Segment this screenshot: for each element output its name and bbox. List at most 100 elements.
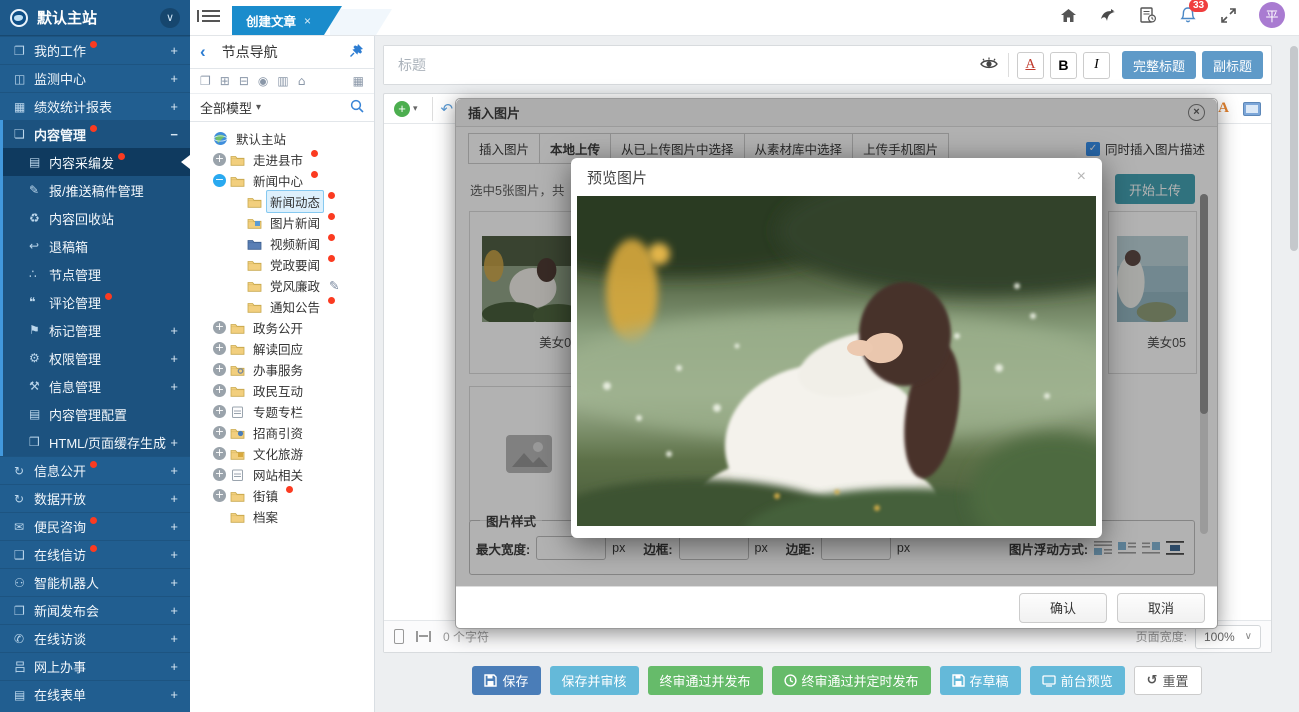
tree-node-图片新闻[interactable]: 图片新闻 [194,212,370,233]
sidebar-item-报/推送稿件管理[interactable]: ✎报/推送稿件管理 [3,176,190,204]
tree-node-党风廉政[interactable]: 党风廉政✎ [194,275,370,296]
expand-plus-icon[interactable]: + [213,468,226,481]
expand-plus-icon[interactable]: + [170,99,178,114]
tree-node-文化旅游[interactable]: +文化旅游 [194,443,370,464]
cancel-button[interactable]: 取消 [1117,593,1205,623]
保存并审核-button[interactable]: 保存并审核 [550,666,639,695]
expand-plus-icon[interactable]: + [213,342,226,355]
tab-create-article[interactable]: 创建文章 × [232,6,342,35]
expand-plus-icon[interactable]: + [170,435,178,450]
保存-button[interactable]: 保存 [472,666,540,695]
fullscreen-icon[interactable] [1219,6,1237,24]
sidebar-item-在线表单[interactable]: ▤在线表单+ [0,680,190,708]
collapse-minus-icon[interactable]: − [213,174,226,187]
expand-plus-icon[interactable]: + [213,153,226,166]
tree-node-招商引资[interactable]: +招商引资 [194,422,370,443]
expand-plus-icon[interactable]: + [213,321,226,334]
sidebar-item-网上办事[interactable]: 吕网上办事+ [0,652,190,680]
tree-node-专题专栏[interactable]: +专题专栏 [194,401,370,422]
sidebar-item-信息管理[interactable]: ⚒信息管理+ [3,372,190,400]
tree-node-政务公开[interactable]: +政务公开 [194,317,370,338]
panel-back-icon[interactable]: ‹ [200,42,206,62]
sidebar-item-评论管理[interactable]: ❝评论管理 [3,288,190,316]
expand-plus-icon[interactable]: + [170,603,178,618]
expand-plus-icon[interactable]: + [213,405,226,418]
close-icon[interactable]: × [1077,168,1086,186]
subtitle-button[interactable]: 副标题 [1202,51,1263,79]
expand-plus-icon[interactable]: + [170,491,178,506]
model-filter-dropdown[interactable]: 全部模型 [200,98,252,117]
tree-node-新闻中心[interactable]: −新闻中心 [194,170,370,191]
sidebar-item-权限管理[interactable]: ⚙权限管理+ [3,344,190,372]
tree-node-网站相关[interactable]: +网站相关 [194,464,370,485]
sidebar-collapse-button[interactable]: ∨ [160,8,180,28]
scan-preview-eye-icon[interactable] [978,55,1000,76]
node-config-icon[interactable]: ▦ [353,74,364,88]
expand-plus-icon[interactable]: + [170,463,178,478]
search-icon[interactable] [350,99,364,116]
insert-plus-icon[interactable]: + [394,101,410,117]
sidebar-item-内容管理配置[interactable]: ▤内容管理配置 [3,400,190,428]
sidebar-item-内容管理[interactable]: ❏内容管理− [3,120,190,148]
page-scrollbar[interactable] [1290,46,1298,706]
expand-tree-icon[interactable]: ⊞ [220,74,230,88]
italic-button[interactable]: I [1083,52,1110,79]
前台预览-button[interactable]: 前台预览 [1030,666,1125,695]
home-icon[interactable] [1059,6,1077,24]
title-input[interactable] [384,46,978,84]
tab-close-icon[interactable]: × [304,14,311,28]
pin-icon[interactable] [349,43,364,61]
tree-node-办事服务[interactable]: +办事服务 [194,359,370,380]
undo-icon[interactable]: ↶ [441,100,454,118]
重置-button[interactable]: ↺重置 [1134,666,1202,695]
swallow-icon[interactable] [1099,6,1117,24]
home-icon[interactable]: ⌂ [298,74,306,88]
sidebar-item-HTML/页面缓存生成[interactable]: ❒HTML/页面缓存生成+ [3,428,190,456]
menu-fold-icon[interactable] [202,10,220,24]
fit-width-icon[interactable] [416,631,431,642]
expand-plus-icon[interactable]: + [213,426,226,439]
expand-plus-icon[interactable]: + [170,43,178,58]
sidebar-item-在线信访[interactable]: ❑在线信访+ [0,540,190,568]
sidebar-item-我的工作[interactable]: ❐我的工作+ [0,36,190,64]
tree-node-政民互动[interactable]: +政民互动 [194,380,370,401]
copy-icon[interactable]: ❐ [200,74,211,88]
report-clock-icon[interactable] [1139,6,1157,24]
expand-plus-icon[interactable]: + [170,379,178,394]
tree-node-视频新闻[interactable]: 视频新闻 [194,233,370,254]
expand-plus-icon[interactable]: + [170,575,178,590]
collapse-minus-icon[interactable]: − [170,127,178,142]
expand-plus-icon[interactable]: + [170,71,178,86]
tree-node-新闻动态[interactable]: 新闻动态 [194,191,370,212]
存草稿-button[interactable]: 存草稿 [940,666,1021,695]
tree-node-解读回应[interactable]: +解读回应 [194,338,370,359]
confirm-button[interactable]: 确认 [1019,593,1107,623]
sidebar-item-退稿箱[interactable]: ↩退稿箱 [3,232,190,260]
sidebar-item-便民咨询[interactable]: ✉便民咨询+ [0,512,190,540]
mobile-preview-icon[interactable] [394,629,404,644]
expand-plus-icon[interactable]: + [170,323,178,338]
expand-plus-icon[interactable]: + [170,519,178,534]
终审通过并发布-button[interactable]: 终审通过并发布 [648,666,763,695]
tree-node-党政要闻[interactable]: 党政要闻 [194,254,370,275]
tree-node-档案[interactable]: 档案 [194,506,370,527]
sidebar-item-标记管理[interactable]: ⚑标记管理+ [3,316,190,344]
chevron-down-icon[interactable]: ▾ [413,103,418,114]
sidebar-item-内容采编发[interactable]: ▤内容采编发 [3,148,190,176]
monitor-preview-icon[interactable] [1243,102,1261,116]
expand-plus-icon[interactable]: + [170,547,178,562]
sidebar-item-监测中心[interactable]: ◫监测中心+ [0,64,190,92]
site-icon[interactable]: ◉ [258,74,268,88]
sidebar-item-节点管理[interactable]: ∴节点管理 [3,260,190,288]
avatar[interactable]: 平 [1259,2,1285,28]
expand-plus-icon[interactable]: + [213,363,226,376]
sidebar-item-在线访谈[interactable]: ✆在线访谈+ [0,624,190,652]
sidebar-item-内容回收站[interactable]: ♻内容回收站 [3,204,190,232]
sidebar-item-智能机器人[interactable]: ⚇智能机器人+ [0,568,190,596]
tree-node-街镇[interactable]: +街镇 [194,485,370,506]
expand-plus-icon[interactable]: + [170,659,178,674]
expand-plus-icon[interactable]: + [213,384,226,397]
sidebar-item-数据开放[interactable]: ↻数据开放+ [0,484,190,512]
expand-plus-icon[interactable]: + [213,489,226,502]
doc-icon[interactable]: ▥ [277,74,288,88]
